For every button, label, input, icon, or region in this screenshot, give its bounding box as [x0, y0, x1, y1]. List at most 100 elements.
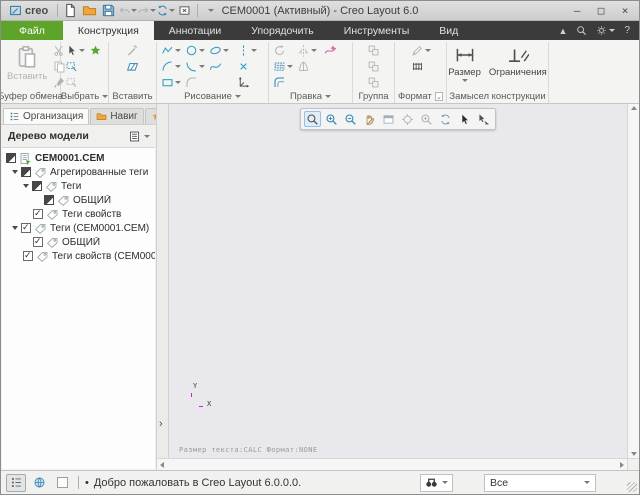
- scroll-right-arrow[interactable]: [620, 462, 624, 468]
- tree-row[interactable]: Агрегированные теги: [2, 165, 155, 179]
- toggle-model-tree-button[interactable]: [6, 474, 26, 492]
- tree-row[interactable]: Теги свойств (CEM0001.CEM): [2, 249, 155, 263]
- tree-row[interactable]: Теги: [2, 179, 155, 193]
- tree-row[interactable]: CEM0001.CEM: [2, 151, 155, 165]
- collapse-panel-arrow[interactable]: ›: [159, 419, 163, 429]
- tab-organize[interactable]: Упорядочить: [236, 21, 328, 40]
- scroll-left-arrow[interactable]: [160, 462, 164, 468]
- save-button[interactable]: [99, 3, 117, 19]
- tree-row[interactable]: ОБЩИЙ: [2, 235, 155, 249]
- centerline-tool-button[interactable]: [236, 42, 258, 58]
- tree-checkbox[interactable]: [6, 153, 16, 163]
- new-file-button[interactable]: [61, 3, 79, 19]
- scroll-up-arrow[interactable]: [631, 106, 637, 110]
- spline-tool-button[interactable]: [208, 58, 230, 74]
- tab-design[interactable]: Конструкция: [63, 21, 154, 40]
- panel-tab-navigator[interactable]: Навиг: [90, 108, 143, 124]
- scroll-down-arrow[interactable]: [631, 452, 637, 456]
- minimize-button[interactable]: –: [565, 3, 589, 19]
- blank-panel-button[interactable]: [52, 474, 72, 492]
- arc-tool-button[interactable]: [160, 58, 182, 74]
- tree-settings-icon[interactable]: [128, 130, 141, 143]
- tree-checkbox[interactable]: [33, 209, 43, 219]
- horizontal-scrollbar[interactable]: [157, 458, 627, 470]
- tree-checkbox[interactable]: [21, 223, 31, 233]
- ungroup-button[interactable]: [366, 58, 381, 74]
- undo-button[interactable]: [118, 3, 136, 19]
- web-browser-button[interactable]: [29, 474, 49, 492]
- tab-tools[interactable]: Инструменты: [329, 21, 424, 40]
- coordinate-system-button[interactable]: [236, 74, 258, 90]
- tab-file[interactable]: Файл: [1, 21, 63, 40]
- smart-select-button[interactable]: [88, 42, 103, 58]
- close-window-button[interactable]: [175, 3, 193, 19]
- explode-group-button[interactable]: [366, 74, 381, 90]
- rotate-button[interactable]: [272, 42, 294, 58]
- group-button[interactable]: [366, 42, 381, 58]
- select-box-button[interactable]: [64, 58, 86, 74]
- insert-object-button[interactable]: [125, 58, 140, 74]
- tree-row[interactable]: Теги свойств: [2, 207, 155, 221]
- expander-icon[interactable]: [12, 226, 18, 230]
- open-file-button[interactable]: [80, 3, 98, 19]
- drawing-canvas[interactable]: Y X Размер текста:CALC Формат:NONE: [169, 104, 627, 458]
- hatch-button[interactable]: [410, 58, 432, 74]
- paste-button[interactable]: Вставить: [4, 42, 50, 84]
- panel-tab-organization[interactable]: Организация: [3, 108, 89, 124]
- dimension-button[interactable]: Размер: [445, 42, 484, 84]
- zoom-region-button[interactable]: [304, 111, 321, 127]
- panel-tab-favorites[interactable]: Избр: [145, 108, 156, 124]
- tree-row[interactable]: Теги (CEM0001.CEM): [2, 221, 155, 235]
- search-tool[interactable]: [420, 474, 453, 492]
- search-caret[interactable]: [442, 481, 448, 484]
- tree-row[interactable]: ОБЩИЙ: [2, 193, 155, 207]
- circle-tool-button[interactable]: [184, 42, 206, 58]
- mirror-button[interactable]: [296, 42, 318, 58]
- format-dialog-launcher[interactable]: ⌄: [435, 92, 443, 101]
- customize-qat-button[interactable]: [202, 3, 220, 19]
- zoom-in-button[interactable]: [323, 111, 340, 127]
- select-region-button[interactable]: [64, 74, 86, 90]
- pan-button[interactable]: [361, 111, 378, 127]
- options-button[interactable]: [596, 25, 615, 36]
- tab-annotations[interactable]: Аннотации: [154, 21, 237, 40]
- rectangle-tool-button[interactable]: [160, 74, 182, 90]
- scale-button[interactable]: [296, 58, 318, 74]
- filter-dropdown[interactable]: Все: [484, 474, 596, 492]
- command-search-icon[interactable]: [576, 25, 587, 36]
- ellipse-tool-button[interactable]: [208, 42, 230, 58]
- redo-button[interactable]: [137, 3, 155, 19]
- trim-button[interactable]: [323, 42, 338, 58]
- regenerate-button[interactable]: [156, 3, 174, 19]
- offset-button[interactable]: [272, 74, 294, 90]
- tree-checkbox[interactable]: [32, 181, 42, 191]
- tree-checkbox[interactable]: [33, 237, 43, 247]
- help-icon[interactable]: ?: [624, 25, 630, 36]
- line-style-button[interactable]: [410, 42, 432, 58]
- insert-trace-button[interactable]: [125, 42, 140, 58]
- select-items-button[interactable]: [64, 42, 86, 58]
- pattern-button[interactable]: [272, 58, 294, 74]
- fillet-tool-button[interactable]: [184, 74, 206, 90]
- expander-icon[interactable]: [12, 170, 18, 174]
- tree-checkbox[interactable]: [23, 251, 33, 261]
- curve-tool-button[interactable]: [184, 58, 206, 74]
- zoom-selected-button[interactable]: [418, 111, 435, 127]
- zoom-out-button[interactable]: [342, 111, 359, 127]
- panel-splitter[interactable]: ›: [157, 104, 169, 470]
- line-tool-button[interactable]: [160, 42, 182, 58]
- zoom-fit-button[interactable]: [380, 111, 397, 127]
- close-button[interactable]: ×: [613, 3, 637, 19]
- tree-checkbox[interactable]: [44, 195, 54, 205]
- pick-button[interactable]: [456, 111, 473, 127]
- expander-icon[interactable]: [23, 184, 29, 188]
- tab-view[interactable]: Вид: [424, 21, 473, 40]
- collapse-ribbon-icon[interactable]: ▲: [559, 26, 568, 36]
- point-tool-button[interactable]: [236, 58, 258, 74]
- resize-grip[interactable]: [627, 482, 637, 492]
- pick-options-button[interactable]: [475, 111, 492, 127]
- tree-settings-caret[interactable]: [144, 135, 150, 138]
- repaint-button[interactable]: [437, 111, 454, 127]
- constraints-button[interactable]: Ограничения: [486, 42, 550, 80]
- tree-checkbox[interactable]: [21, 167, 31, 177]
